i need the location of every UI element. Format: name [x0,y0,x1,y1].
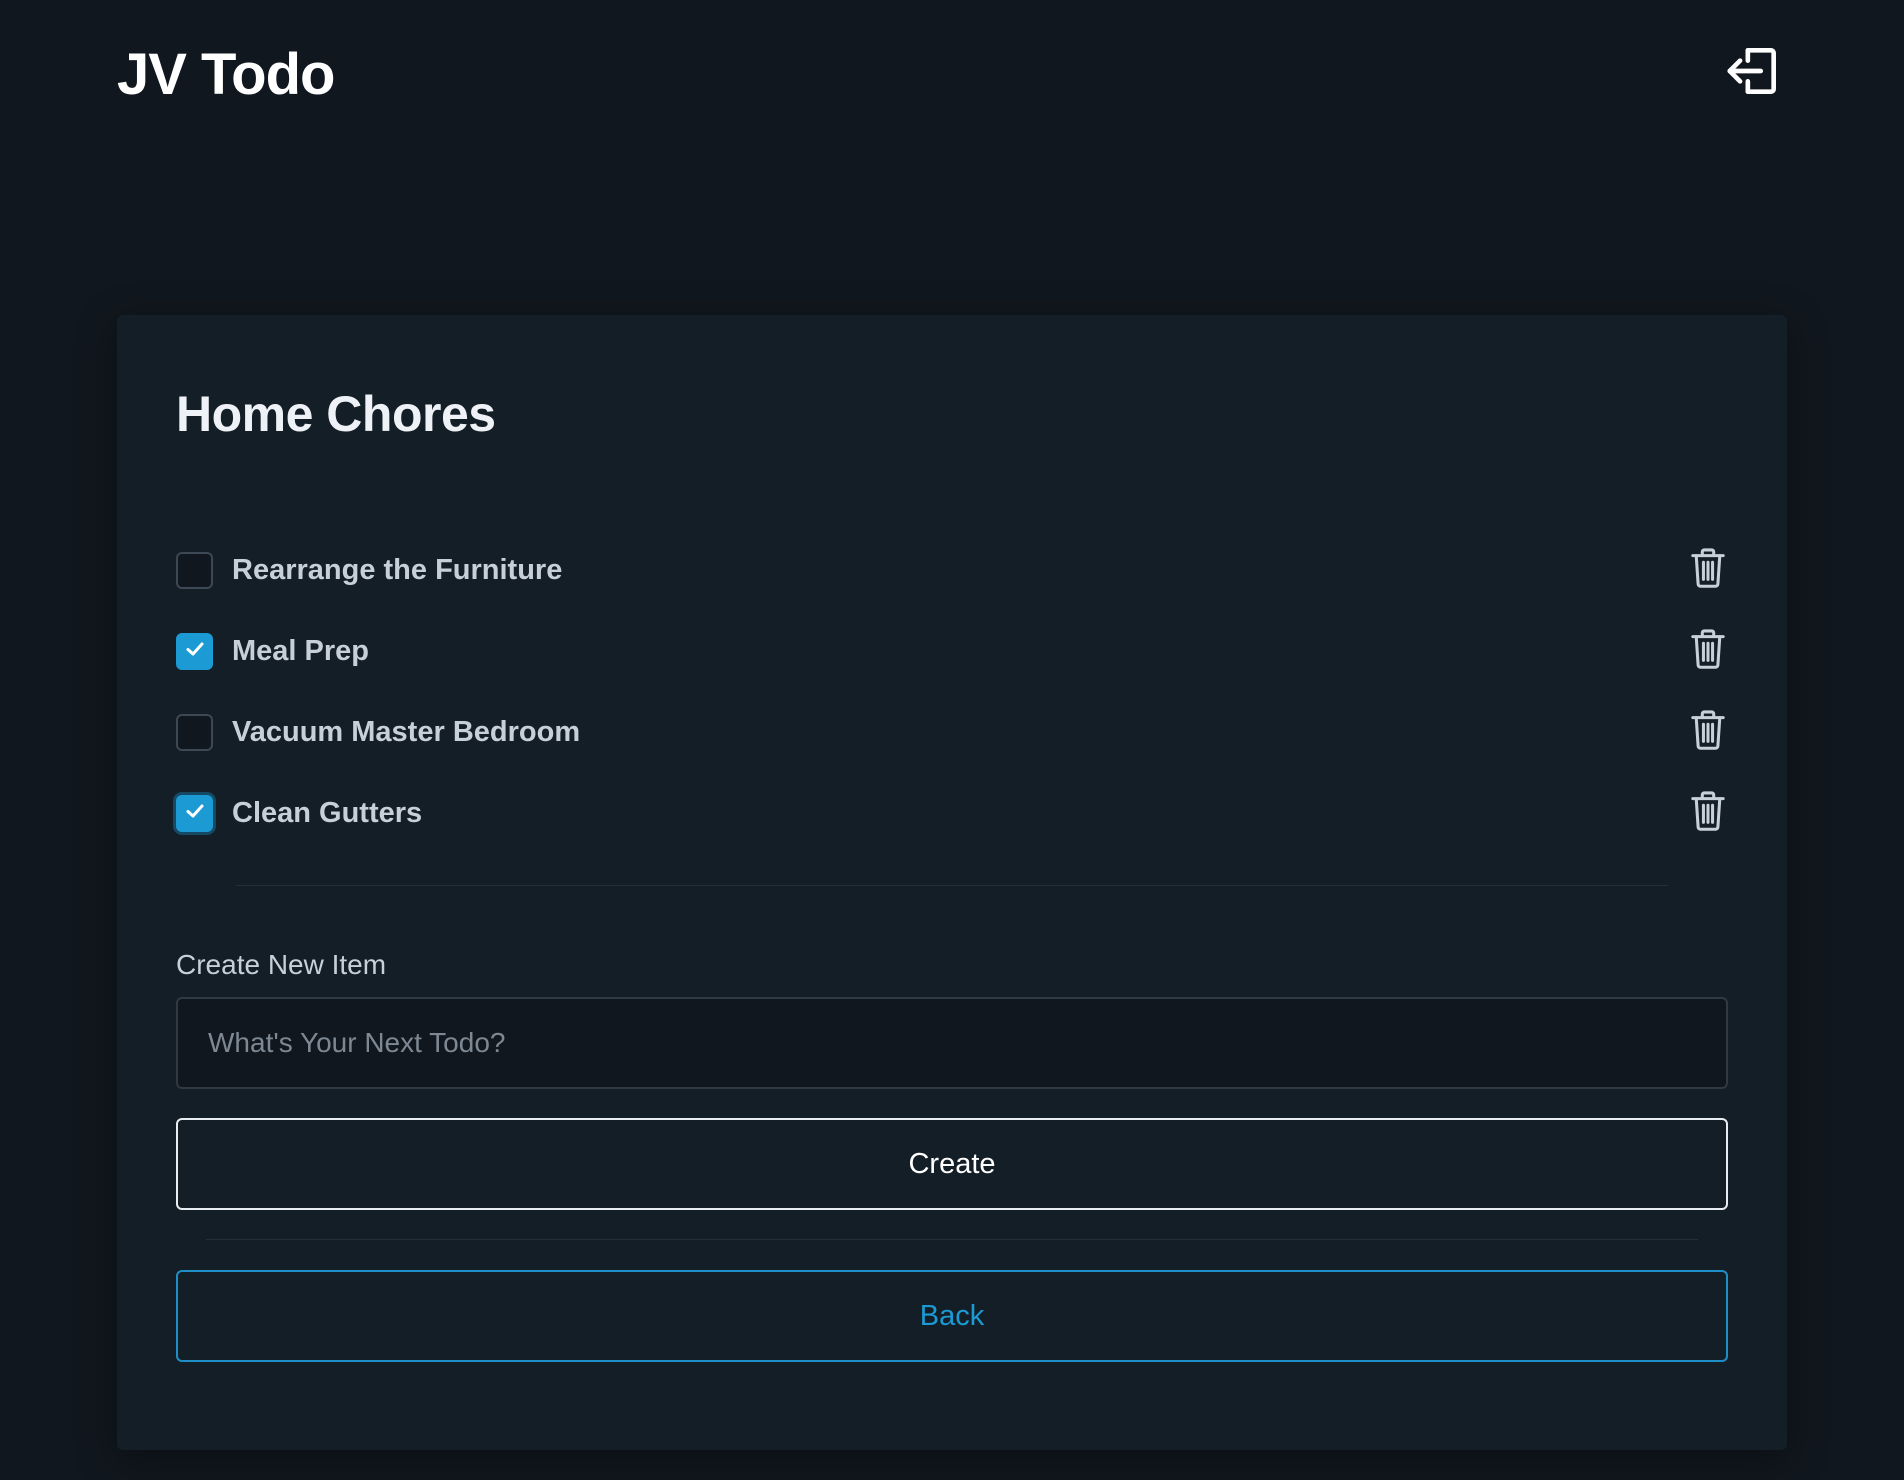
todo-item: Clean Gutters [176,773,1728,854]
trash-icon [1689,547,1727,594]
check-icon [183,799,207,828]
delete-button[interactable] [1688,547,1728,594]
todo-label: Meal Prep [232,635,369,667]
delete-button[interactable] [1688,790,1728,837]
todo-item: Vacuum Master Bedroom [176,692,1728,773]
delete-button[interactable] [1688,628,1728,675]
app: JV Todo Home Chores Rearrange the Furnit… [0,0,1904,1480]
check-icon [183,637,207,666]
todo-card: Home Chores Rearrange the Furniture Meal… [117,315,1787,1450]
list-title: Home Chores [176,386,496,442]
trash-icon [1689,628,1727,675]
todo-label: Clean Gutters [232,797,423,829]
trash-icon [1689,790,1727,837]
todo-label: Vacuum Master Bedroom [232,716,581,748]
new-todo-input[interactable] [176,997,1728,1089]
todo-checkbox[interactable] [176,714,213,751]
logout-button[interactable] [1720,40,1786,106]
back-button[interactable]: Back [176,1270,1728,1362]
header: JV Todo [0,0,1904,150]
divider [206,1239,1698,1240]
todo-label: Rearrange the Furniture [232,554,563,586]
todo-item: Meal Prep [176,611,1728,692]
delete-button[interactable] [1688,709,1728,756]
divider [236,885,1668,886]
todo-checkbox[interactable] [176,633,213,670]
create-item-label: Create New Item [176,949,387,980]
create-button[interactable]: Create [176,1118,1728,1210]
todo-list: Rearrange the Furniture Meal Prep Vacuum… [176,530,1728,854]
trash-icon [1689,709,1727,756]
todo-checkbox[interactable] [176,552,213,589]
brand-title: JV Todo [117,42,335,107]
todo-checkbox[interactable] [176,795,213,832]
logout-icon [1722,40,1784,107]
todo-item: Rearrange the Furniture [176,530,1728,611]
